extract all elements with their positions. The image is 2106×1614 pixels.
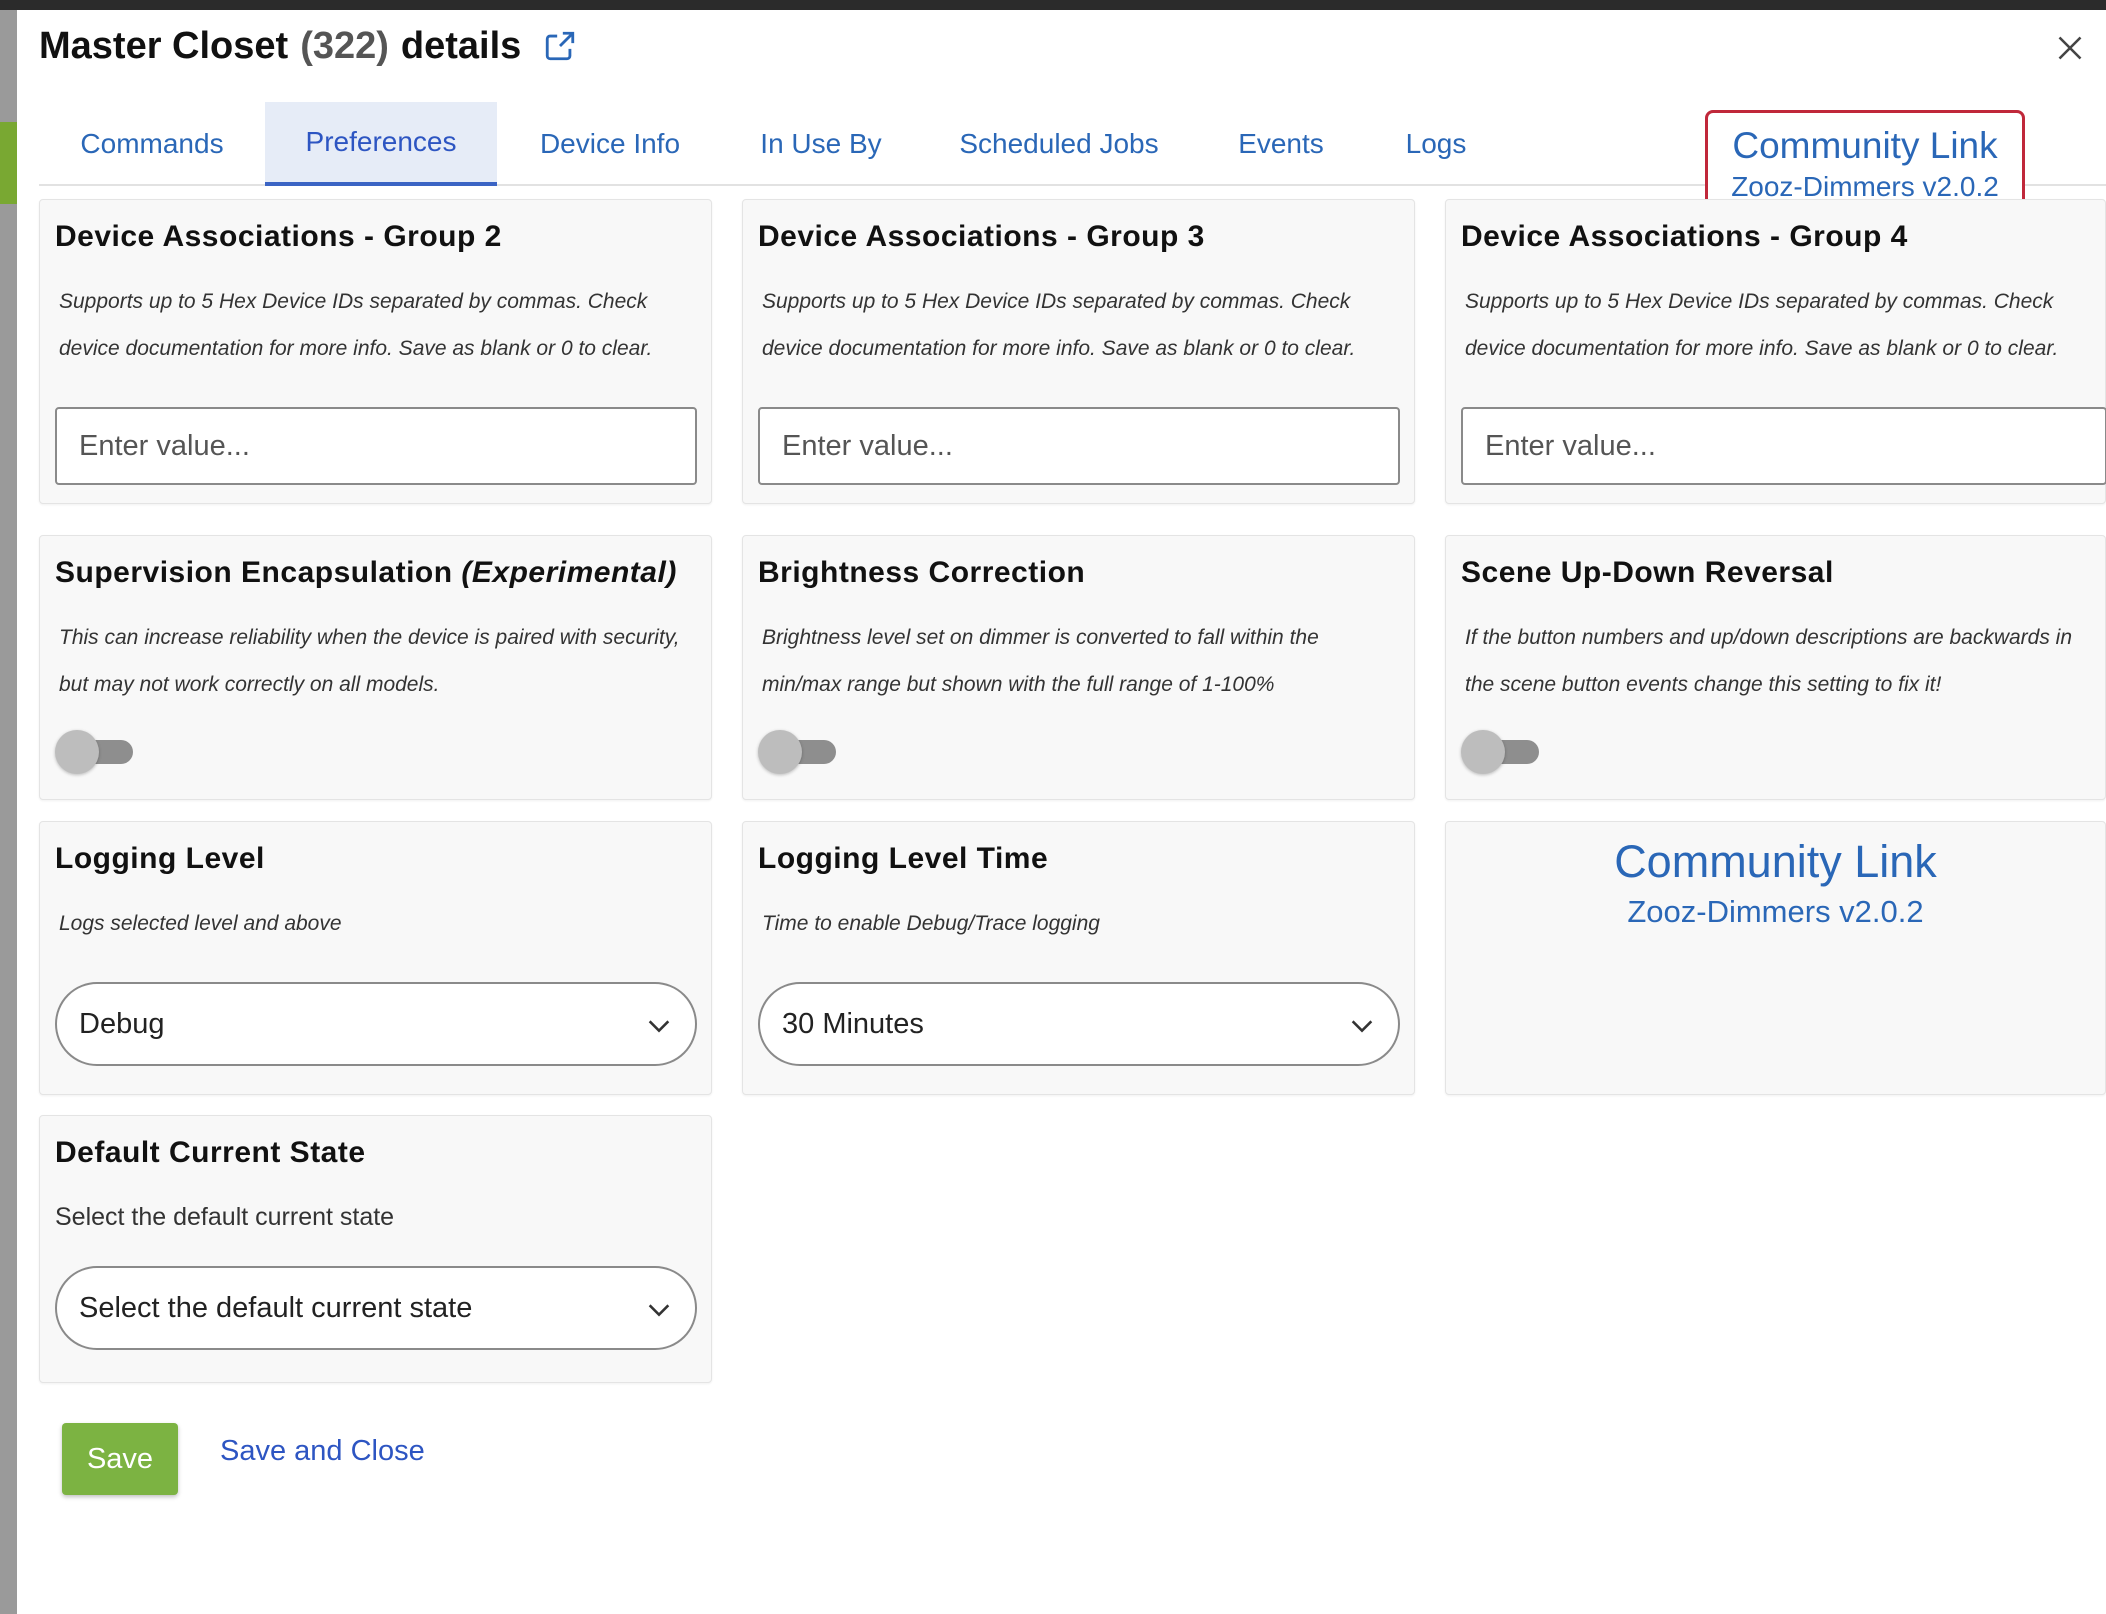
close-button[interactable]	[2050, 28, 2090, 68]
brightness-toggle[interactable]	[758, 730, 838, 774]
supervision-toggle[interactable]	[55, 730, 135, 774]
card-title: Supervision Encapsulation (Experimental)	[55, 556, 677, 590]
card-title: Device Associations - Group 4	[1461, 220, 1908, 253]
card-title: Device Associations - Group 2	[55, 220, 502, 253]
top-bar	[0, 0, 2106, 10]
community-link-version[interactable]: Zooz-Dimmers v2.0.2	[1446, 894, 2105, 930]
group-3-input[interactable]	[758, 407, 1400, 485]
card-title-experimental: (Experimental)	[461, 556, 677, 589]
card-device-associations-group-2: Device Associations - Group 2 Supports u…	[39, 199, 712, 504]
card-description: If the button numbers and up/down descri…	[1465, 626, 2073, 696]
card-description: Time to enable Debug/Trace logging	[762, 912, 1100, 935]
card-description: Select the default current state	[55, 1203, 395, 1231]
community-link-title: Community Link	[1732, 124, 1998, 166]
dialog-title: Master Closet (322) details	[39, 20, 577, 72]
card-title: Device Associations - Group 3	[758, 220, 1205, 253]
card-title: Default Current State	[55, 1136, 366, 1169]
select-value: Select the default current state	[79, 1291, 473, 1324]
tab-commands[interactable]: Commands	[39, 102, 265, 186]
card-description: Brightness level set on dimmer is conver…	[762, 626, 1319, 696]
chevron-down-icon	[648, 1020, 670, 1033]
community-link-title[interactable]: Community Link	[1446, 836, 2105, 888]
tab-device-info[interactable]: Device Info	[497, 102, 723, 186]
tab-events[interactable]: Events	[1199, 102, 1363, 186]
device-name: Master Closet	[39, 24, 289, 67]
device-id: (322)	[300, 24, 389, 67]
community-link-version: Zooz-Dimmers v2.0.2	[1731, 170, 1999, 202]
card-default-current-state: Default Current State Select the default…	[39, 1115, 712, 1383]
default-state-select[interactable]: Select the default current state	[55, 1266, 697, 1350]
card-device-associations-group-4: Device Associations - Group 4 Supports u…	[1445, 199, 2106, 504]
toggle-knob	[55, 730, 99, 774]
title-suffix: details	[400, 24, 522, 67]
card-description: Supports up to 5 Hex Device IDs separate…	[1465, 290, 2059, 360]
scene-reversal-toggle[interactable]	[1461, 730, 1541, 774]
toggle-knob	[758, 730, 802, 774]
close-icon	[2058, 36, 2082, 60]
card-title: Logging Level Time	[758, 842, 1049, 875]
card-title: Brightness Correction	[758, 556, 1086, 589]
card-title-text: Supervision Encapsulation	[55, 556, 453, 589]
chevron-down-icon	[1351, 1020, 1373, 1033]
chevron-down-icon	[648, 1304, 670, 1317]
card-title: Scene Up-Down Reversal	[1461, 556, 1834, 589]
card-scene-up-down-reversal: Scene Up-Down Reversal If the button num…	[1445, 535, 2106, 800]
save-and-close-link[interactable]: Save and Close	[220, 1435, 425, 1468]
group-4-input[interactable]	[1461, 407, 2106, 485]
select-value: 30 Minutes	[782, 1007, 924, 1040]
external-link-icon[interactable]	[543, 29, 577, 63]
card-description: Supports up to 5 Hex Device IDs separate…	[59, 290, 653, 360]
community-link: Community Link Zooz-Dimmers v2.0.2	[1446, 836, 2105, 930]
card-description: This can increase reliability when the d…	[59, 626, 680, 696]
group-2-input[interactable]	[55, 407, 697, 485]
save-button[interactable]: Save	[62, 1423, 178, 1495]
select-value: Debug	[79, 1007, 165, 1040]
card-description: Supports up to 5 Hex Device IDs separate…	[762, 290, 1356, 360]
toggle-knob	[1461, 730, 1505, 774]
device-details-dialog: Master Closet (322) details Commands Pre…	[17, 10, 2106, 1614]
tab-logs[interactable]: Logs	[1363, 102, 1509, 186]
tab-scheduled-jobs[interactable]: Scheduled Jobs	[919, 102, 1199, 186]
card-logging-level-time: Logging Level Time Time to enable Debug/…	[742, 821, 1415, 1095]
card-device-associations-group-3: Device Associations - Group 3 Supports u…	[742, 199, 1415, 504]
card-description: Logs selected level and above	[59, 912, 342, 935]
background-accent	[0, 122, 17, 204]
card-logging-level: Logging Level Logs selected level and ab…	[39, 821, 712, 1095]
logging-time-select[interactable]: 30 Minutes	[758, 982, 1400, 1066]
tab-in-use-by[interactable]: In Use By	[723, 102, 919, 186]
card-supervision-encapsulation: Supervision Encapsulation (Experimental)…	[39, 535, 712, 800]
tab-preferences[interactable]: Preferences	[265, 102, 497, 186]
background-app-strip	[0, 10, 17, 1614]
card-brightness-correction: Brightness Correction Brightness level s…	[742, 535, 1415, 800]
card-title: Logging Level	[55, 842, 265, 875]
logging-level-select[interactable]: Debug	[55, 982, 697, 1066]
card-community-link: Community Link Zooz-Dimmers v2.0.2	[1445, 821, 2106, 1095]
